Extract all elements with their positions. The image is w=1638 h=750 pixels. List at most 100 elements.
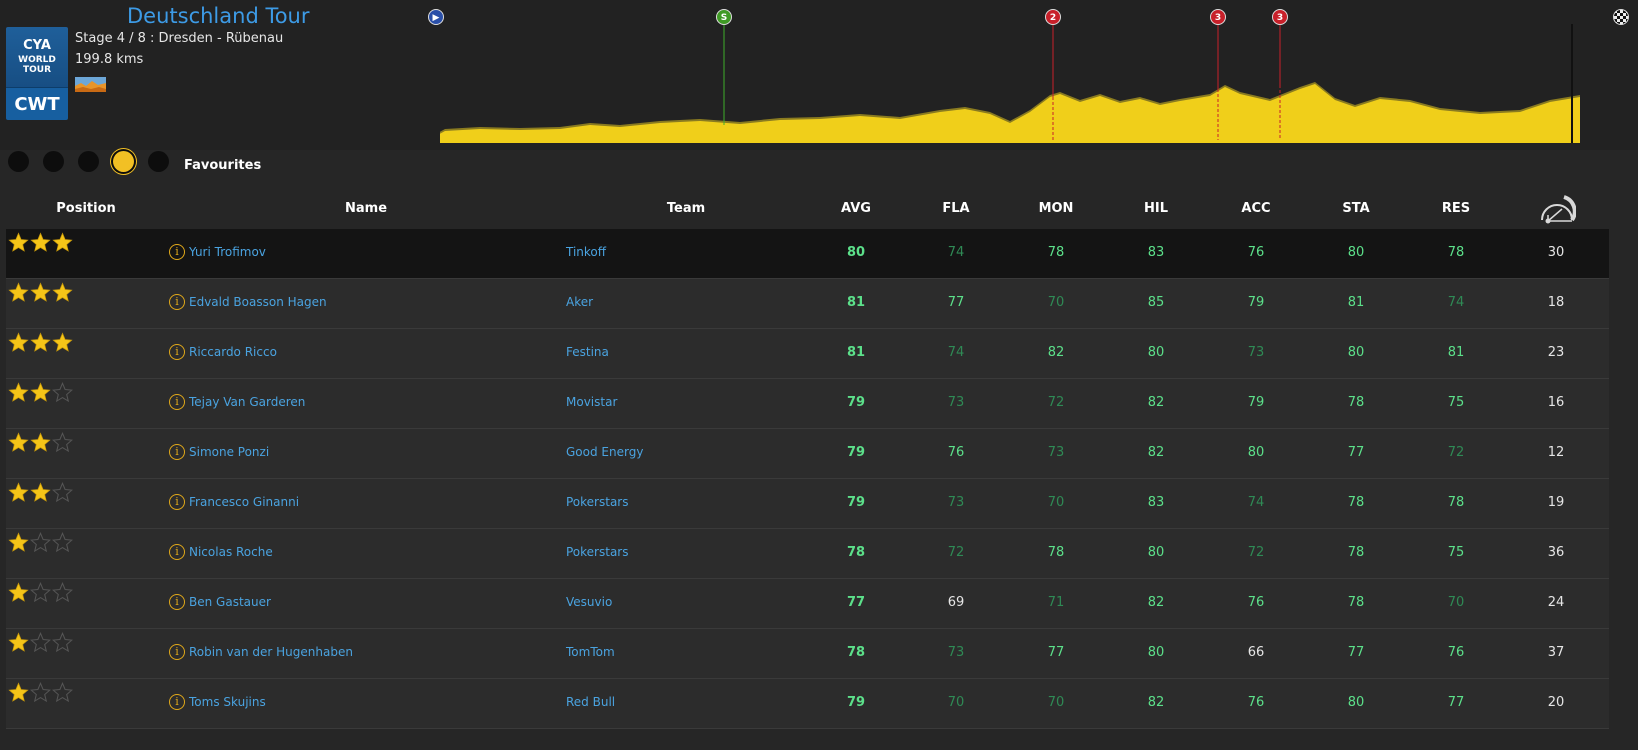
- stat-speed: 12: [1547, 445, 1565, 460]
- sprint-icon[interactable]: S: [716, 9, 732, 25]
- team-name-link[interactable]: Aker: [566, 295, 593, 309]
- team-name-link[interactable]: TomTom: [566, 645, 615, 659]
- rider-name-link[interactable]: Ben Gastauer: [189, 595, 271, 609]
- finish-flag-icon[interactable]: [1613, 9, 1629, 25]
- stat-sta: 78: [1347, 495, 1365, 510]
- filter-dot-2[interactable]: [43, 151, 64, 172]
- col-hil[interactable]: HIL: [1144, 201, 1168, 216]
- table-row[interactable]: i Toms Skujins Red Bull 79 70 70 82 76 80 77 20: [6, 679, 1609, 729]
- rider-name-link[interactable]: Riccardo Ricco: [189, 345, 277, 359]
- rider-name-link[interactable]: Yuri Trofimov: [189, 245, 266, 259]
- climb-cat-2-icon[interactable]: 2: [1045, 9, 1061, 25]
- rider-info-icon[interactable]: i: [169, 494, 185, 510]
- star-filled-icon: [30, 232, 51, 253]
- star-filled-icon: [8, 582, 29, 603]
- col-res[interactable]: RES: [1442, 201, 1470, 216]
- table-row[interactable]: i Simone Ponzi Good Energy 79 76 73 82 80 77 72 12: [6, 429, 1609, 479]
- col-position[interactable]: Position: [56, 201, 116, 216]
- table-row[interactable]: i Ben Gastauer Vesuvio 77 69 71 82 76 78 70 24: [6, 579, 1609, 629]
- star-empty-icon: [51, 431, 74, 453]
- filter-dot-1[interactable]: [8, 151, 29, 172]
- team-name-link[interactable]: Red Bull: [566, 695, 615, 709]
- filter-dot-3[interactable]: [78, 151, 99, 172]
- rider-info-icon[interactable]: i: [169, 394, 185, 410]
- stat-fla: 76: [947, 445, 965, 460]
- stat-fla: 77: [947, 295, 965, 310]
- hilly-terrain-icon: [75, 77, 106, 92]
- climb-cat-3-icon[interactable]: 3: [1210, 9, 1226, 25]
- team-name-link[interactable]: Good Energy: [566, 445, 643, 459]
- logo-cwt-text: CWT: [6, 87, 68, 120]
- col-fla[interactable]: FLA: [942, 201, 969, 216]
- star-empty-icon: [51, 531, 74, 553]
- favourites-table: i Yuri Trofimov Tinkoff 80 74 78 83 76 80 78 30 i Ed…: [6, 229, 1609, 729]
- speedometer-icon[interactable]: [1538, 190, 1576, 226]
- col-acc[interactable]: ACC: [1241, 201, 1270, 216]
- stat-res: 78: [1447, 495, 1465, 510]
- table-row[interactable]: i Robin van der Hugenhaben TomTom 78 73 77 80 6…: [6, 629, 1609, 679]
- star-filled-icon: [52, 232, 73, 253]
- stat-mon: 70: [1047, 495, 1065, 510]
- team-name-link[interactable]: Pokerstars: [566, 495, 628, 509]
- col-mon[interactable]: MON: [1039, 201, 1074, 216]
- stat-mon: 70: [1047, 295, 1065, 310]
- stat-mon: 70: [1047, 695, 1065, 710]
- race-title[interactable]: Deutschland Tour: [127, 4, 310, 28]
- col-name[interactable]: Name: [345, 201, 387, 216]
- star-filled-icon: [30, 332, 51, 353]
- stat-res: 70: [1447, 595, 1465, 610]
- filter-dot-5[interactable]: [148, 151, 169, 172]
- table-row[interactable]: i Yuri Trofimov Tinkoff 80 74 78 83 76 80 78 30: [6, 229, 1609, 279]
- rider-info-icon[interactable]: i: [169, 594, 185, 610]
- table-row[interactable]: i Riccardo Ricco Festina 81 74 82 80 73 80 81 23: [6, 329, 1609, 379]
- favourites-label: Favourites: [184, 158, 262, 173]
- rider-name-link[interactable]: Francesco Ginanni: [189, 495, 299, 509]
- col-team[interactable]: Team: [667, 201, 705, 216]
- team-name-link[interactable]: Vesuvio: [566, 595, 612, 609]
- team-name-link[interactable]: Movistar: [566, 395, 617, 409]
- rider-info-icon[interactable]: i: [169, 344, 185, 360]
- stat-mon: 71: [1047, 595, 1065, 610]
- rider-name-link[interactable]: Toms Skujins: [189, 695, 266, 709]
- rider-name-link[interactable]: Robin van der Hugenhaben: [189, 645, 353, 659]
- start-icon[interactable]: ▶: [428, 9, 444, 25]
- stat-speed: 30: [1547, 245, 1565, 260]
- rider-name-link[interactable]: Simone Ponzi: [189, 445, 269, 459]
- stat-acc: 74: [1247, 495, 1265, 510]
- col-avg[interactable]: AVG: [841, 201, 871, 216]
- filter-dot-4[interactable]: [113, 151, 134, 172]
- stat-avg: 81: [846, 295, 866, 310]
- stat-speed: 24: [1547, 595, 1565, 610]
- star-empty-icon: [29, 581, 52, 603]
- stat-hil: 85: [1147, 295, 1165, 310]
- table-row[interactable]: i Nicolas Roche Pokerstars 78 72 78 80 72 78 75 36: [6, 529, 1609, 579]
- stat-avg: 79: [846, 445, 866, 460]
- stat-hil: 82: [1147, 395, 1165, 410]
- table-row[interactable]: i Francesco Ginanni Pokerstars 79 73 70 83 74 78…: [6, 479, 1609, 529]
- rider-info-icon[interactable]: i: [169, 444, 185, 460]
- team-name-link[interactable]: Festina: [566, 345, 609, 359]
- table-header: Position Name Team AVG FLA MON HIL ACC S…: [0, 192, 1638, 224]
- stage-profile: ▶ S 2 3 3: [428, 0, 1638, 150]
- rider-info-icon[interactable]: i: [169, 544, 185, 560]
- stat-mon: 78: [1047, 545, 1065, 560]
- star-filled-icon: [8, 382, 29, 403]
- stat-speed: 19: [1547, 495, 1565, 510]
- table-row[interactable]: i Edvald Boasson Hagen Aker 81 77 70 85 79 81 74 1…: [6, 279, 1609, 329]
- stage-profile-chart: [440, 24, 1580, 143]
- rider-info-icon[interactable]: i: [169, 694, 185, 710]
- rider-info-icon[interactable]: i: [169, 294, 185, 310]
- rating-stars: [8, 481, 74, 507]
- rider-name-link[interactable]: Edvald Boasson Hagen: [189, 295, 327, 309]
- rider-name-link[interactable]: Tejay Van Garderen: [189, 395, 305, 409]
- climb-cat-3-icon[interactable]: 3: [1272, 9, 1288, 25]
- rating-stars: [8, 531, 74, 557]
- rider-info-icon[interactable]: i: [169, 244, 185, 260]
- team-name-link[interactable]: Pokerstars: [566, 545, 628, 559]
- stat-sta: 78: [1347, 545, 1365, 560]
- team-name-link[interactable]: Tinkoff: [566, 245, 606, 259]
- rider-name-link[interactable]: Nicolas Roche: [189, 545, 273, 559]
- col-sta[interactable]: STA: [1342, 201, 1369, 216]
- table-row[interactable]: i Tejay Van Garderen Movistar 79 73 72 82 79 78 7…: [6, 379, 1609, 429]
- rider-info-icon[interactable]: i: [169, 644, 185, 660]
